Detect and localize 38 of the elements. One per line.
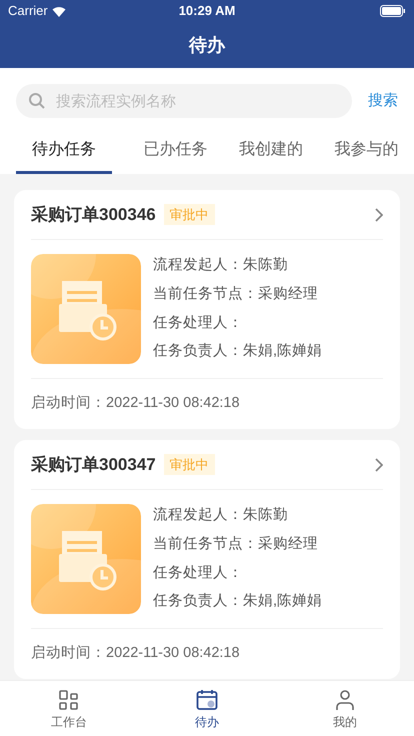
search-field[interactable]: 搜索流程实例名称 bbox=[16, 84, 352, 118]
document-clock-icon bbox=[31, 254, 141, 364]
document-clock-icon bbox=[31, 504, 141, 614]
info-line: 任务负责人：朱娟,陈婵娟 bbox=[153, 592, 322, 612]
tab[interactable]: 我参与的 bbox=[318, 128, 414, 174]
task-card[interactable]: 采购订单300346 审批中 流程发起人：朱陈勤 当前任务节点：采购经理 任务处理人： 任务负责人：朱娟,陈婵娟 启动时间：2022-11-30 08:42:18 bbox=[14, 190, 400, 429]
chevron-right-icon bbox=[375, 458, 383, 472]
wifi-icon bbox=[52, 6, 66, 16]
status-tag: 审批中 bbox=[164, 454, 215, 476]
search-icon bbox=[28, 92, 46, 110]
start-time: 启动时间：2022-11-30 08:42:18 bbox=[31, 394, 240, 414]
search-button[interactable]: 搜索 bbox=[368, 90, 398, 112]
info-line: 当前任务节点：采购经理 bbox=[153, 284, 319, 304]
start-time: 启动时间：2022-11-30 08:42:18 bbox=[31, 644, 240, 664]
task-title: 采购订单300346 bbox=[31, 204, 156, 226]
status-time: 10:29 AM bbox=[178, 2, 236, 20]
info-line: 任务处理人： bbox=[153, 314, 244, 332]
person-icon bbox=[334, 689, 356, 711]
tab-bar-item[interactable]: 待办 bbox=[138, 681, 276, 736]
info-line: 任务负责人：朱娟,陈婵娟 bbox=[153, 342, 322, 362]
tab[interactable]: 我创建的 bbox=[223, 128, 318, 174]
chevron-right-icon bbox=[375, 208, 383, 222]
info-line: 流程发起人：朱陈勤 bbox=[153, 506, 289, 525]
info-line: 任务处理人： bbox=[153, 564, 244, 582]
info-line: 流程发起人：朱陈勤 bbox=[153, 256, 289, 275]
tab[interactable]: 待办任务 bbox=[16, 128, 112, 174]
tab-bar-item[interactable]: 工作台 bbox=[0, 681, 138, 736]
status-tag: 审批中 bbox=[164, 204, 215, 226]
page-title: 待办 bbox=[189, 34, 225, 56]
grid-icon bbox=[58, 689, 80, 711]
battery-icon bbox=[380, 5, 406, 17]
tab-bar-item[interactable]: 我的 bbox=[276, 681, 414, 736]
task-card[interactable]: 采购订单300347 审批中 流程发起人：朱陈勤 当前任务节点：采购经理 任务处理人： 任务负责人：朱娟,陈婵娟 启动时间：2022-11-30 08:42:18 bbox=[14, 440, 400, 679]
task-title: 采购订单300347 bbox=[31, 454, 156, 476]
carrier-label: Carrier bbox=[8, 2, 48, 20]
tab[interactable]: 已办任务 bbox=[128, 128, 223, 174]
calendar-icon bbox=[196, 689, 218, 711]
info-line: 当前任务节点：采购经理 bbox=[153, 534, 319, 554]
